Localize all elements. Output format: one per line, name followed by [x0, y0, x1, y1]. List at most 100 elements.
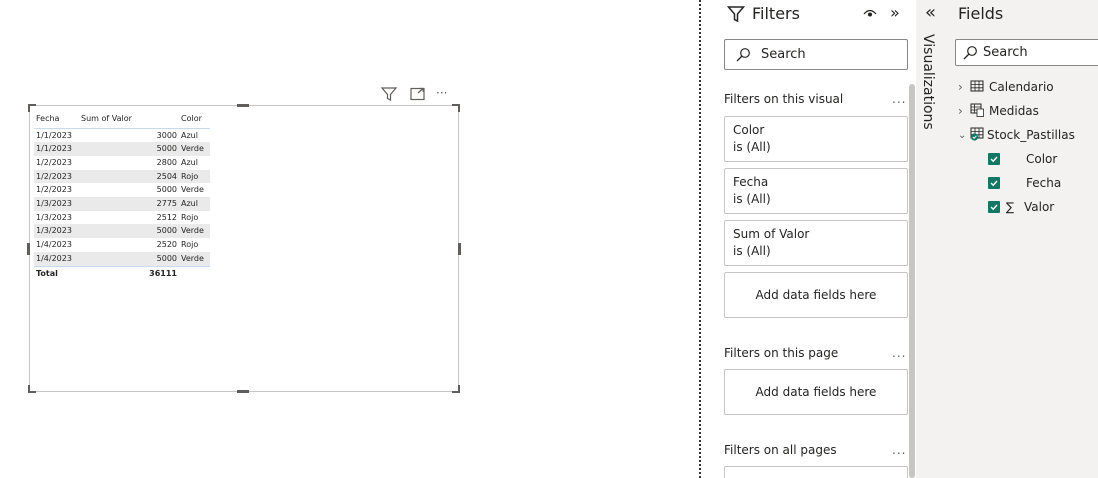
- cell-valor: 5000: [79, 224, 179, 239]
- table-row: 1/2/2023 5000 Verde: [34, 183, 210, 197]
- column-header-sum-of-valor[interactable]: Sum of Valor: [79, 110, 179, 129]
- resize-handle-bottom-right[interactable]: [452, 385, 460, 393]
- filter-card-color[interactable]: Color is (All): [724, 116, 908, 162]
- filter-icon[interactable]: [380, 86, 398, 102]
- table-item-stock-pastillas[interactable]: ⌄ Stock_Pastillas: [958, 125, 1075, 145]
- data-table: Fecha Sum of Valor Color 1/1/2023 3000 Azu…: [34, 110, 210, 281]
- cell-fecha: 1/4/2023: [34, 251, 79, 267]
- table-icon: [970, 127, 986, 144]
- filters-all-pages-section-label: Filters on all pages: [724, 443, 837, 457]
- collapse-filters-icon[interactable]: »: [890, 3, 900, 22]
- filters-title: Filters: [752, 4, 800, 23]
- eye-icon[interactable]: [862, 5, 878, 24]
- table-row: 1/1/2023 5000 Verde: [34, 142, 210, 156]
- chevron-down-icon[interactable]: ⌄: [958, 130, 970, 141]
- search-icon: [962, 45, 978, 65]
- cell-color: Rojo: [179, 169, 210, 184]
- measure-table-icon: [970, 103, 984, 120]
- filter-card-name: Color: [733, 123, 765, 137]
- visual-header: ···: [380, 86, 460, 102]
- cell-color: Rojo: [181, 212, 199, 222]
- cell-fecha: 1/3/2023: [34, 224, 79, 239]
- cell-color: Azul: [181, 130, 198, 140]
- column-header-fecha[interactable]: Fecha: [34, 110, 79, 129]
- cell-color: Verde: [179, 224, 210, 239]
- cell-valor: 3000: [156, 130, 177, 140]
- cell-valor: 2504: [79, 169, 179, 184]
- table-row: 1/4/2023 2520 Rojo: [34, 238, 210, 252]
- filter-card-state: is (All): [733, 140, 771, 154]
- field-item-fecha[interactable]: Fecha: [988, 173, 1061, 193]
- field-name: Color: [1026, 152, 1058, 166]
- field-item-valor[interactable]: ∑ Valor: [988, 197, 1054, 217]
- cell-color: Verde: [181, 185, 204, 195]
- cell-fecha: 1/2/2023: [34, 169, 79, 184]
- filter-card-sum-of-valor[interactable]: Sum of Valor is (All): [724, 220, 908, 266]
- resize-handle-top[interactable]: [237, 104, 249, 107]
- table-header-row: Fecha Sum of Valor Color: [34, 110, 210, 129]
- resize-handle-top-right[interactable]: [452, 104, 460, 112]
- cell-fecha: 1/2/2023: [36, 157, 72, 167]
- cell-fecha: 1/4/2023: [36, 240, 72, 250]
- more-options-icon[interactable]: ···: [436, 86, 454, 102]
- filters-search-placeholder: Search: [761, 47, 806, 62]
- add-data-fields-all-pages-dropzone[interactable]: [724, 466, 908, 478]
- filter-card-name: Fecha: [733, 175, 769, 189]
- chevron-right-icon[interactable]: ›: [958, 104, 970, 118]
- pane-divider: [699, 0, 701, 478]
- cell-valor: 5000: [156, 185, 177, 195]
- filter-card-state: is (All): [733, 244, 771, 258]
- add-data-fields-visual-dropzone[interactable]: Add data fields here: [724, 272, 908, 318]
- filter-card-state: is (All): [733, 192, 771, 206]
- add-data-fields-page-dropzone[interactable]: Add data fields here: [724, 369, 908, 415]
- cell-valor: 5000: [79, 251, 179, 267]
- table-row: 1/3/2023 2775 Azul: [34, 197, 210, 211]
- total-label: Total: [34, 265, 79, 281]
- resize-handle-bottom[interactable]: [237, 390, 249, 393]
- total-empty-cell: [179, 265, 210, 281]
- column-header-color[interactable]: Color: [179, 110, 210, 129]
- resize-handle-bottom-left[interactable]: [28, 385, 36, 393]
- search-icon: [735, 47, 751, 67]
- filters-page-more-icon[interactable]: ...: [892, 346, 906, 360]
- cell-valor: 2800: [156, 157, 177, 167]
- cell-valor: 2520: [156, 240, 177, 250]
- visualizations-pane-collapsed[interactable]: « Visualizations: [916, 0, 948, 478]
- fields-search-input[interactable]: Search: [955, 39, 1098, 66]
- table-name: Stock_Pastillas: [987, 128, 1075, 142]
- table-item-calendario[interactable]: › Calendario: [958, 77, 1054, 97]
- checkbox-checked[interactable]: [988, 177, 1000, 189]
- filter-card-fecha[interactable]: Fecha is (All): [724, 168, 908, 214]
- table-row: 1/2/2023 2504 Rojo: [34, 169, 210, 184]
- expand-visualizations-icon[interactable]: «: [925, 2, 936, 23]
- table-item-medidas[interactable]: › Medidas: [958, 101, 1039, 121]
- focus-mode-icon[interactable]: [409, 86, 427, 102]
- table-row: 1/1/2023 3000 Azul: [34, 128, 210, 142]
- cell-color: Azul: [179, 197, 210, 211]
- table-row: 1/2/2023 2800 Azul: [34, 156, 210, 170]
- filters-visual-more-icon[interactable]: ...: [892, 92, 906, 106]
- filters-all-pages-more-icon[interactable]: ...: [892, 443, 906, 457]
- filters-page-section-label: Filters on this page: [724, 346, 839, 360]
- chevron-right-icon[interactable]: ›: [958, 80, 970, 94]
- table-row: 1/3/2023 5000 Verde: [34, 224, 210, 239]
- cell-fecha: 1/1/2023: [36, 130, 72, 140]
- filters-search-input[interactable]: Search: [724, 39, 908, 70]
- filter-card-name: Sum of Valor: [733, 227, 810, 241]
- checkbox-checked[interactable]: [988, 201, 1000, 213]
- cell-color: Rojo: [181, 240, 199, 250]
- cell-color: Azul: [181, 157, 198, 167]
- resize-handle-right[interactable]: [458, 243, 461, 255]
- checkbox-checked[interactable]: [988, 153, 1000, 165]
- sigma-icon: ∑: [1006, 200, 1015, 214]
- visualizations-label[interactable]: Visualizations: [920, 34, 936, 130]
- table-visual[interactable]: Fecha Sum of Valor Color 1/1/2023 3000 Azu…: [27, 104, 461, 393]
- cell-fecha: 1/3/2023: [34, 197, 79, 211]
- filters-scrollbar[interactable]: [909, 84, 915, 478]
- table-name: Medidas: [989, 104, 1039, 118]
- field-name: Valor: [1024, 200, 1055, 214]
- resize-handle-left[interactable]: [27, 243, 30, 255]
- cell-fecha: 1/2/2023: [36, 185, 72, 195]
- field-item-color[interactable]: Color: [988, 149, 1057, 169]
- cell-fecha: 1/3/2023: [36, 212, 72, 222]
